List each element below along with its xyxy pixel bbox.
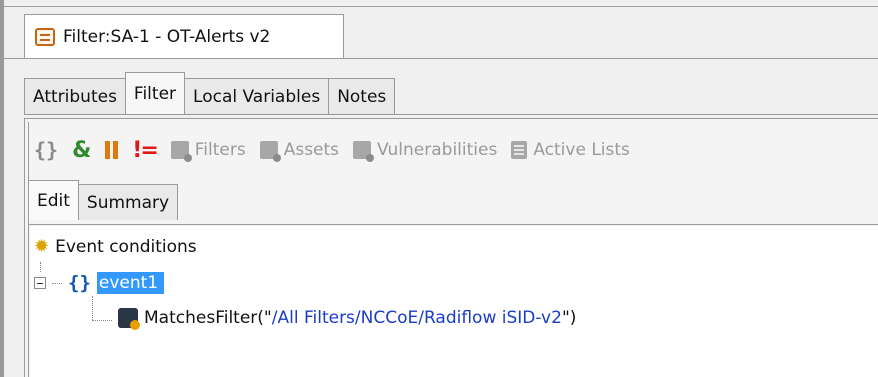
matches-filter-icon bbox=[118, 308, 140, 330]
and-braces-icon[interactable]: {} bbox=[34, 138, 58, 162]
tab-summary[interactable]: Summary bbox=[77, 184, 179, 220]
or-icon[interactable] bbox=[105, 141, 119, 159]
filter-document-icon bbox=[35, 27, 55, 46]
tree-node-matches-filter[interactable]: MatchesFilter("/All Filters/NCCoE/Radifl… bbox=[118, 308, 576, 330]
active-lists-button[interactable]: Active Lists bbox=[511, 140, 630, 160]
tree-node-event1-label: event1 bbox=[96, 272, 165, 294]
active-lists-button-label: Active Lists bbox=[533, 140, 630, 160]
tree-node-event1[interactable]: {} event1 bbox=[34, 272, 165, 294]
tab-edit[interactable]: Edit bbox=[28, 180, 79, 220]
event-conditions-icon: ✹ bbox=[34, 236, 50, 257]
tree-connector bbox=[40, 262, 41, 272]
matches-filter-text: MatchesFilter("/All Filters/NCCoE/Radifl… bbox=[144, 308, 576, 328]
tab-summary-label: Summary bbox=[86, 192, 170, 213]
filters-button[interactable]: Filters bbox=[170, 140, 246, 162]
tab-local-variables[interactable]: Local Variables bbox=[184, 78, 330, 114]
tree-root-label: Event conditions bbox=[55, 236, 197, 257]
vulnerabilities-button-label: Vulnerabilities bbox=[377, 140, 498, 160]
matches-filter-suffix: ") bbox=[561, 308, 577, 328]
editor-tab[interactable]: Filter:SA-1 - OT-Alerts v2 bbox=[24, 14, 344, 58]
tab-local-variables-label: Local Variables bbox=[193, 86, 321, 107]
assets-button-label: Assets bbox=[283, 140, 340, 160]
filters-icon bbox=[170, 141, 192, 162]
tab-attributes[interactable]: Attributes bbox=[24, 78, 126, 114]
vulnerabilities-icon bbox=[353, 141, 375, 162]
condition-toolbar: {} & != Filters Assets Vulnerabilities A… bbox=[34, 132, 630, 168]
condition-tree: ✹ Event conditions {} event1 MatchesFilt… bbox=[30, 226, 878, 377]
vulnerabilities-button[interactable]: Vulnerabilities bbox=[353, 140, 498, 162]
tree-root[interactable]: ✹ Event conditions bbox=[34, 236, 197, 257]
tree-connector bbox=[92, 296, 93, 320]
matches-filter-prefix: MatchesFilter(" bbox=[144, 308, 272, 328]
matches-filter-path[interactable]: /All Filters/NCCoE/Radiflow iSID-v2 bbox=[272, 308, 562, 328]
window-top-border bbox=[4, 6, 878, 7]
window-border bbox=[0, 0, 4, 377]
tab-notes[interactable]: Notes bbox=[328, 78, 396, 114]
editor-tab-label: Filter:SA-1 - OT-Alerts v2 bbox=[63, 26, 271, 47]
tab-filter-label: Filter bbox=[133, 83, 177, 104]
active-lists-icon bbox=[511, 141, 528, 159]
not-icon[interactable]: != bbox=[132, 138, 159, 163]
tab-filter[interactable]: Filter bbox=[124, 72, 186, 114]
assets-icon bbox=[259, 141, 281, 162]
sub-tab-bar: Edit Summary bbox=[28, 180, 179, 220]
collapse-icon[interactable] bbox=[34, 277, 46, 289]
editor-tab-divider bbox=[4, 58, 878, 59]
and-icon[interactable]: & bbox=[72, 138, 91, 163]
tree-connector bbox=[92, 320, 112, 321]
panel-inner-border bbox=[28, 122, 29, 377]
tab-attributes-label: Attributes bbox=[33, 86, 117, 107]
sub-tab-divider bbox=[28, 224, 878, 225]
assets-button[interactable]: Assets bbox=[259, 140, 340, 162]
tree-connector bbox=[52, 282, 62, 284]
main-tab-bar: Attributes Filter Local Variables Notes bbox=[24, 72, 396, 114]
main-tab-divider bbox=[24, 114, 878, 115]
tab-notes-label: Notes bbox=[337, 86, 387, 107]
and-braces-icon: {} bbox=[68, 272, 91, 294]
tab-edit-label: Edit bbox=[37, 190, 70, 211]
filters-button-label: Filters bbox=[194, 140, 246, 160]
